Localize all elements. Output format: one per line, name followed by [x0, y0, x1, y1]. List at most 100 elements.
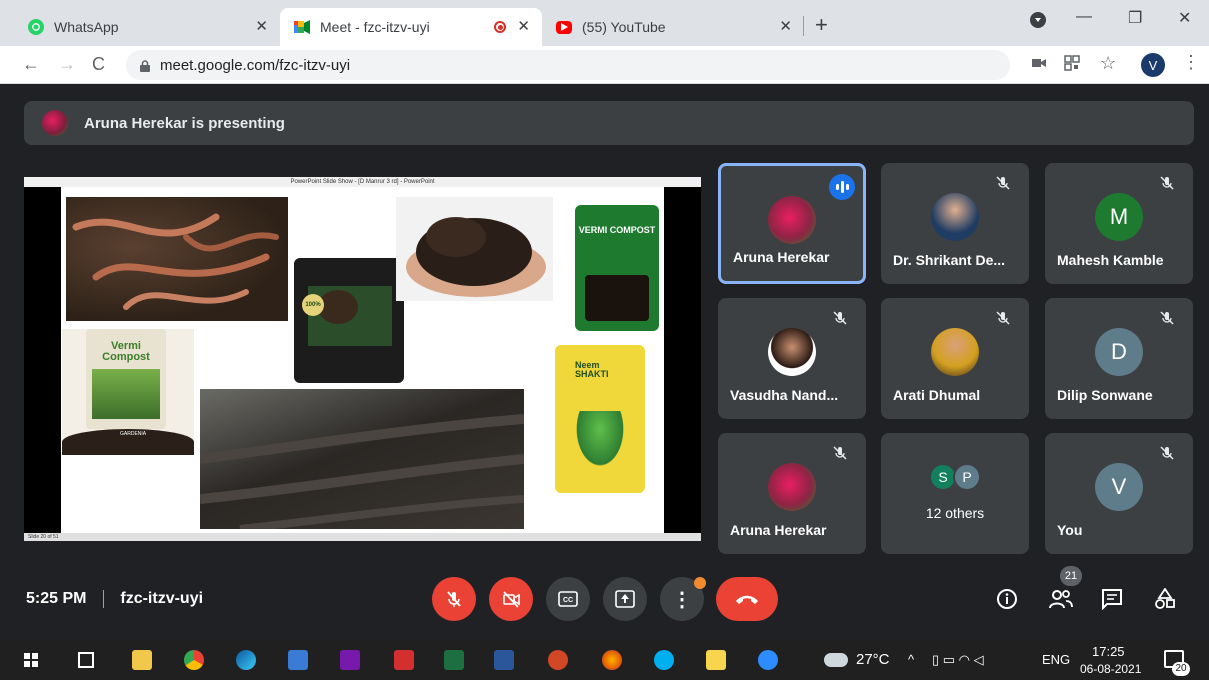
participant-tile-self[interactable]: V You [1045, 433, 1193, 554]
participant-tile[interactable]: Aruna Herekar [718, 433, 866, 554]
camera-toggle-button[interactable] [489, 577, 533, 621]
neem-shakti-bag-image: Neem SHAKTI [555, 345, 645, 493]
reload-icon[interactable]: C [92, 53, 105, 75]
info-icon [997, 589, 1017, 609]
new-tab-icon[interactable]: + [815, 14, 828, 36]
input-language[interactable]: ENG [1042, 652, 1070, 667]
firefox-icon[interactable] [602, 650, 622, 670]
videocam-off-icon [503, 591, 520, 608]
tray-chevron-icon[interactable]: ^ [908, 652, 914, 667]
minimize-icon[interactable]: — [1076, 8, 1092, 26]
vermi-compost-bag-green-image: VERMI COMPOST [575, 205, 659, 331]
recording-icon [494, 21, 506, 33]
meeting-code: fzc-itzv-uyi [120, 590, 204, 608]
chat-button[interactable] [1101, 588, 1123, 615]
file-explorer-icon[interactable] [132, 650, 152, 670]
powerpoint-icon[interactable] [548, 650, 568, 670]
participant-name: Arati Dhumal [893, 387, 981, 403]
vermicompost-beds-image [200, 389, 524, 529]
participant-name: Aruna Herekar [730, 522, 827, 538]
tab-separator [803, 16, 804, 36]
lock-icon [140, 59, 150, 72]
sticky-notes-icon[interactable] [706, 650, 726, 670]
mic-toggle-button[interactable] [432, 577, 476, 621]
chrome-icon[interactable] [184, 650, 204, 670]
mic-off-icon [832, 445, 854, 467]
skype-icon[interactable] [654, 650, 674, 670]
qr-code-icon[interactable] [1064, 55, 1080, 76]
activities-button[interactable] [1154, 587, 1176, 615]
windows-start-icon[interactable] [24, 653, 38, 667]
tab-meet[interactable]: Meet - fzc-itzv-uyi ✕ [280, 8, 542, 46]
presentation-slide[interactable]: PowerPoint Slide Show - [D Manrur 3 rd] … [24, 177, 701, 541]
tab-title: Meet - fzc-itzv-uyi [320, 19, 430, 35]
slide-letterbox-left [24, 187, 61, 533]
avatar [931, 328, 979, 376]
excel-icon[interactable] [444, 650, 464, 670]
mic-off-icon [832, 310, 854, 332]
edge-icon[interactable] [236, 650, 256, 670]
teamviewer-icon[interactable] [758, 650, 778, 670]
gardenia-compost-bag-image: Vermi Compost GARDENIA [62, 329, 194, 455]
back-icon[interactable]: ← [22, 53, 40, 75]
present-now-button[interactable] [603, 577, 647, 621]
profile-avatar[interactable]: V [1141, 53, 1165, 77]
captions-button[interactable]: CC [546, 577, 590, 621]
participant-name: Dilip Sonwane [1057, 387, 1153, 403]
slideshow-status: Slide 20 of 51 [24, 533, 701, 541]
tab-youtube[interactable]: (55) YouTube ✕ [542, 8, 804, 46]
mic-off-icon [995, 175, 1017, 197]
tab-whatsapp[interactable]: WhatsApp ✕ [14, 8, 280, 46]
word-icon[interactable] [494, 650, 514, 670]
weather-cloud-icon [824, 653, 848, 667]
close-icon[interactable]: ✕ [255, 19, 268, 35]
badge-label: 100% [302, 294, 324, 316]
chrome-menu-icon[interactable] [1030, 12, 1046, 28]
acrobat-icon[interactable] [394, 650, 414, 670]
participant-tile[interactable]: Arati Dhumal [881, 298, 1029, 419]
meeting-info: 5:25 PM fzc-itzv-uyi [26, 590, 203, 608]
tab-title: WhatsApp [54, 19, 119, 35]
bookmark-star-icon[interactable]: ☆ [1100, 53, 1116, 74]
photos-icon[interactable] [288, 650, 308, 670]
close-icon[interactable]: ✕ [779, 19, 792, 35]
mic-off-icon [1159, 445, 1181, 467]
presenting-text: Aruna Herekar is presenting [84, 114, 285, 132]
participant-tile[interactable]: Dr. Shrikant De... [881, 163, 1029, 284]
bag-text: Vermi Compost [102, 340, 150, 363]
more-vert-icon: ⋮ [672, 588, 692, 611]
presenter-avatar [42, 110, 68, 136]
more-vert-icon[interactable]: ⋮ [1182, 52, 1200, 73]
tray-icons: ▯ ▭ ◠ ◁ [932, 652, 984, 667]
meeting-details-button[interactable] [996, 588, 1018, 615]
leave-call-button[interactable] [716, 577, 778, 621]
camera-icon[interactable] [1032, 55, 1046, 73]
presenting-banner: Aruna Herekar is presenting [24, 101, 1194, 145]
onenote-icon[interactable] [340, 650, 360, 670]
more-options-button[interactable]: ⋮ [660, 577, 706, 621]
activities-icon [1155, 587, 1175, 609]
participant-tile[interactable]: Aruna Herekar [718, 163, 866, 284]
participant-tile[interactable]: M Mahesh Kamble [1045, 163, 1193, 284]
avatar [931, 193, 979, 241]
restore-icon[interactable]: ❐ [1128, 8, 1142, 28]
close-icon[interactable]: ✕ [517, 19, 530, 35]
participant-count-badge: 21 [1060, 566, 1082, 586]
bag-brand: GARDENIA [120, 431, 147, 437]
participant-tile[interactable]: Vasudha Nand... [718, 298, 866, 419]
window-close-icon[interactable]: ✕ [1178, 8, 1191, 28]
avatar: M [1095, 193, 1143, 241]
participant-name: Dr. Shrikant De... [893, 252, 1006, 268]
address-bar[interactable]: meet.google.com/fzc-itzv-uyi [126, 50, 1010, 80]
mic-off-icon [1159, 175, 1181, 197]
slide-letterbox-right [664, 187, 701, 533]
speaking-indicator-icon [829, 174, 855, 200]
forward-icon[interactable]: → [58, 53, 76, 75]
present-to-all-icon [615, 590, 635, 608]
meeting-time: 5:25 PM [26, 590, 87, 608]
task-view-icon[interactable] [78, 652, 94, 668]
participant-tile[interactable]: D Dilip Sonwane [1045, 298, 1193, 419]
participant-tile-others[interactable]: S P 12 others [881, 433, 1029, 554]
notification-count: 20 [1172, 662, 1190, 676]
participants-button[interactable]: 21 [1048, 566, 1082, 615]
